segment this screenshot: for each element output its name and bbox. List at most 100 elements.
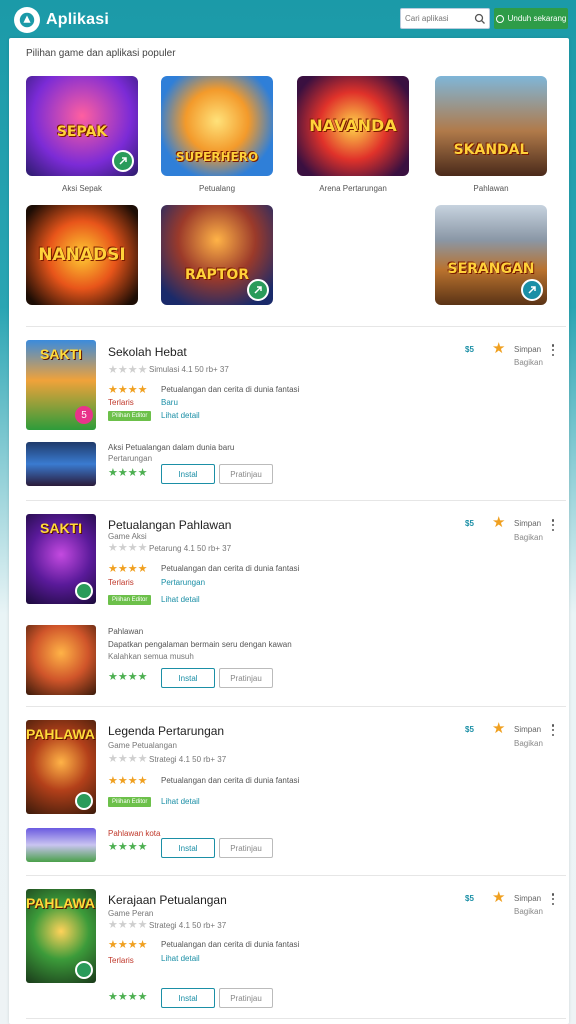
more-options-icon[interactable]	[551, 519, 555, 531]
more-options-icon[interactable]	[551, 724, 555, 736]
screenshot-thumbnail[interactable]	[26, 828, 96, 862]
save-link[interactable]: Simpan	[514, 519, 541, 528]
tile-art-text: SEPAK	[56, 124, 108, 140]
price: $5	[465, 725, 474, 734]
preview-button[interactable]: Pratinjau	[219, 988, 273, 1008]
app-description: Petualangan dan cerita di dunia fantasi	[161, 564, 300, 573]
rating-stars: ★★★★	[108, 775, 148, 787]
install-button[interactable]: Instal	[161, 988, 215, 1008]
favorite-star-icon[interactable]: ★	[492, 339, 505, 357]
download-button[interactable]: Unduh sekarang	[494, 8, 568, 29]
share-link[interactable]: Bagikan	[514, 533, 543, 542]
featured-tile[interactable]: RAPTOR	[161, 205, 273, 305]
featured-tile[interactable]: NAVANDA	[297, 76, 409, 176]
featured-tile[interactable]: SEPAK	[26, 76, 138, 176]
install-button[interactable]: Instal	[161, 464, 215, 484]
extra-subtitle: Pahlawan kota	[108, 829, 161, 838]
favorite-star-icon[interactable]: ★	[492, 513, 505, 531]
share-link[interactable]: Bagikan	[514, 358, 543, 367]
app-sub-link[interactable]: Baru	[161, 398, 178, 407]
app-meta: Game Petualangan	[108, 741, 177, 750]
play-icon	[75, 961, 93, 979]
favorite-star-icon[interactable]: ★	[492, 888, 505, 906]
screenshot-thumbnail[interactable]	[26, 625, 96, 695]
featured-title: Pilihan game dan aplikasi populer	[26, 48, 176, 59]
app-meta: Simulasi 4.1 50 rb+ 37	[149, 365, 229, 374]
tile-art-text: SERANGAN	[447, 261, 535, 277]
install-button[interactable]: Instal	[161, 668, 215, 688]
app-tagline: Terlaris	[108, 578, 134, 587]
preview-button[interactable]: Pratinjau	[219, 838, 273, 858]
detail-link[interactable]: Lihat detail	[161, 954, 200, 963]
preview-button[interactable]: Pratinjau	[219, 464, 273, 484]
app-thumbnail[interactable]: PAHLAWAN	[26, 889, 96, 983]
rating-stars: ★★★★	[108, 919, 148, 931]
featured-tile[interactable]: SUPERHERO	[161, 76, 273, 176]
app-meta: Game Peran	[108, 909, 154, 918]
play-icon	[75, 582, 93, 600]
save-link[interactable]: Simpan	[514, 725, 541, 734]
app-name[interactable]: Sekolah Hebat	[108, 345, 187, 359]
badge-icon: 5	[75, 406, 93, 424]
share-link[interactable]: Bagikan	[514, 907, 543, 916]
brand-name: Aplikasi	[46, 11, 109, 28]
install-button[interactable]: Instal	[161, 838, 215, 858]
tile-art-text: SUPERHERO	[175, 150, 259, 164]
featured-tile[interactable]: SERANGAN	[435, 205, 547, 305]
play-icon	[247, 279, 269, 301]
featured-tile[interactable]: NANADSI	[26, 205, 138, 305]
game-art-image: SKANDAL	[435, 76, 547, 176]
detail-link[interactable]: Lihat detail	[161, 595, 200, 604]
rating-stars: ★★★★	[108, 939, 148, 951]
app-meta-secondary: Strategi 4.1 50 rb+ 37	[149, 921, 227, 930]
price: $5	[465, 519, 474, 528]
screenshot-thumbnail[interactable]	[26, 442, 96, 486]
price: $5	[465, 345, 474, 354]
tile-caption: Petualang	[198, 184, 236, 193]
rating-stars: ★★★★	[108, 753, 148, 765]
game-art-image: SAKTI	[26, 514, 96, 604]
play-icon	[112, 150, 134, 172]
game-art-image: NAVANDA	[297, 76, 409, 176]
app-thumbnail[interactable]: SAKTI	[26, 514, 96, 604]
divider	[26, 706, 566, 707]
divider	[26, 1018, 566, 1019]
search-box[interactable]	[400, 8, 490, 29]
app-name[interactable]: Kerajaan Petualangan	[108, 893, 227, 907]
thumb-art-text: PAHLAWAN	[26, 895, 96, 911]
app-tagline: Terlaris	[108, 398, 134, 407]
app-meta-secondary: Petarung 4.1 50 rb+ 37	[149, 544, 232, 553]
main-card: Pilihan game dan aplikasi populer SEPAK …	[9, 38, 569, 1024]
more-options-icon[interactable]	[551, 893, 555, 905]
game-art-image: SAKTI 5	[26, 340, 96, 430]
rating-stars: ★★★★	[108, 991, 148, 1003]
search-input[interactable]	[405, 14, 473, 23]
app-meta-secondary: Strategi 4.1 50 rb+ 37	[149, 755, 227, 764]
price: $5	[465, 894, 474, 903]
rating-stars: ★★★★	[108, 364, 148, 376]
app-description: Petualangan dan cerita di dunia fantasi	[161, 385, 300, 394]
preview-button[interactable]: Pratinjau	[219, 668, 273, 688]
featured-tile[interactable]: SKANDAL	[435, 76, 547, 176]
detail-link[interactable]: Lihat detail	[161, 797, 200, 806]
detail-link[interactable]: Lihat detail	[161, 411, 200, 420]
rating-stars: ★★★★	[108, 841, 148, 853]
app-logo[interactable]	[14, 7, 40, 33]
rating-stars: ★★★★	[108, 467, 148, 479]
app-description: Petualangan dan cerita di dunia fantasi	[161, 776, 300, 785]
play-icon	[75, 792, 93, 810]
app-thumbnail[interactable]: SAKTI 5	[26, 340, 96, 430]
save-link[interactable]: Simpan	[514, 894, 541, 903]
share-link[interactable]: Bagikan	[514, 739, 543, 748]
editor-choice-tag: Pilihan Editor	[108, 797, 152, 807]
app-thumbnail[interactable]: PAHLAWAN	[26, 720, 96, 814]
more-options-icon[interactable]	[551, 344, 555, 356]
rating-stars: ★★★★	[108, 542, 148, 554]
app-name[interactable]: Petualangan Pahlawan	[108, 518, 231, 532]
search-icon[interactable]	[474, 13, 486, 25]
favorite-star-icon[interactable]: ★	[492, 719, 505, 737]
download-button-label: Unduh sekarang	[507, 14, 567, 23]
save-link[interactable]: Simpan	[514, 345, 541, 354]
app-sub-link[interactable]: Pertarungan	[161, 578, 205, 587]
app-name[interactable]: Legenda Pertarungan	[108, 724, 224, 738]
